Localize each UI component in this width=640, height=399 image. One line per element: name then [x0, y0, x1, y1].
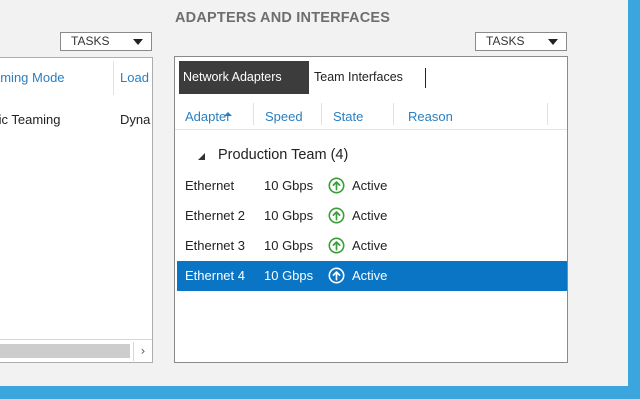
chevron-down-icon — [133, 39, 143, 45]
group-label: Production Team (4) — [218, 147, 349, 163]
collapse-triangle-icon[interactable] — [198, 153, 205, 160]
left-tasks-label: TASKS — [71, 34, 110, 48]
teams-panel: aming Mode Load tic Teaming Dyna › — [0, 57, 153, 363]
adapter-speed: 10 Gbps — [264, 238, 314, 253]
column-divider — [113, 61, 114, 95]
tab-bar: Network Adapters Team Interfaces — [179, 61, 563, 94]
sort-ascending-icon — [224, 112, 232, 116]
adapter-state: Active — [352, 268, 388, 283]
scroll-right-button[interactable]: › — [133, 342, 152, 361]
scrollbar-thumb[interactable] — [0, 344, 130, 358]
adapter-state: Active — [352, 178, 388, 193]
arrow-up-circle-icon — [328, 237, 345, 254]
right-tasks-label: TASKS — [486, 34, 525, 48]
column-header-teaming-mode[interactable]: aming Mode — [0, 70, 65, 85]
arrow-up-circle-icon — [328, 267, 345, 284]
adapter-state: Active — [352, 208, 388, 223]
adapter-name: Ethernet 4 — [185, 268, 245, 283]
table-row[interactable]: Ethernet 2 10 Gbps Active — [177, 201, 567, 231]
horizontal-scrollbar[interactable]: › — [0, 339, 152, 362]
left-tasks-dropdown[interactable]: TASKS — [60, 32, 152, 51]
table-row[interactable]: Ethernet 3 10 Gbps Active — [177, 231, 567, 261]
team-load-balancing[interactable]: Dyna — [120, 112, 150, 127]
column-header-load-balancing[interactable]: Load — [120, 70, 149, 85]
column-header-state[interactable]: State — [333, 109, 363, 124]
column-divider[interactable] — [393, 103, 394, 125]
adapter-name: Ethernet 2 — [185, 208, 245, 223]
adapter-name: Ethernet 3 — [185, 238, 245, 253]
table-row[interactable]: Ethernet 10 Gbps Active — [177, 171, 567, 201]
group-header-production-team[interactable]: Production Team (4) — [175, 145, 567, 167]
adapter-state: Active — [352, 238, 388, 253]
adapter-speed: 10 Gbps — [264, 268, 314, 283]
tab-network-adapters[interactable]: Network Adapters — [179, 61, 309, 94]
adapters-panel: Network Adapters Team Interfaces Adapter… — [174, 56, 568, 363]
chevron-down-icon — [548, 39, 558, 45]
tab-team-interfaces[interactable]: Team Interfaces — [314, 61, 403, 94]
server-manager-content: ADAPTERS AND INTERFACES TASKS TASKS amin… — [0, 0, 628, 386]
column-divider[interactable] — [253, 103, 254, 125]
team-teaming-mode[interactable]: tic Teaming — [0, 112, 61, 127]
adapter-speed: 10 Gbps — [264, 208, 314, 223]
column-divider[interactable] — [321, 103, 322, 125]
column-header-reason[interactable]: Reason — [408, 109, 453, 124]
table-row[interactable]: Ethernet 4 10 Gbps Active — [177, 261, 567, 291]
column-header-speed[interactable]: Speed — [265, 109, 303, 124]
arrow-up-circle-icon — [328, 207, 345, 224]
column-divider[interactable] — [547, 103, 548, 125]
text-cursor — [425, 68, 426, 88]
chevron-right-icon: › — [140, 344, 146, 358]
section-title: ADAPTERS AND INTERFACES — [175, 10, 391, 26]
right-tasks-dropdown[interactable]: TASKS — [475, 32, 567, 51]
adapter-speed: 10 Gbps — [264, 178, 314, 193]
adapter-name: Ethernet — [185, 178, 235, 193]
column-header-adapter[interactable]: Adapter — [185, 109, 232, 124]
arrow-up-circle-icon — [328, 177, 345, 194]
column-header-row: Adapter Speed State Reason — [175, 99, 567, 130]
